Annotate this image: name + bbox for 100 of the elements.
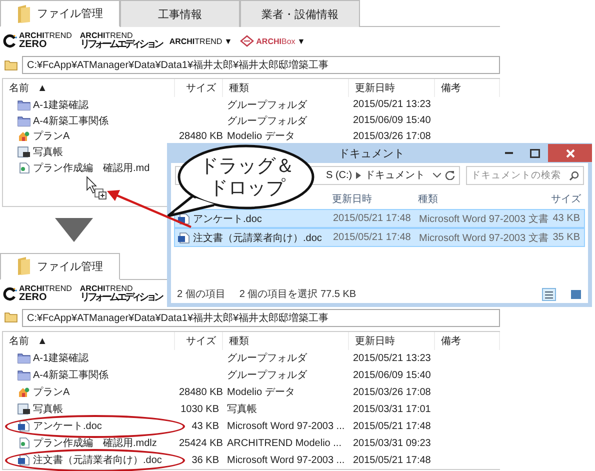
file-size: 36 KB bbox=[190, 454, 220, 466]
document-icon bbox=[17, 162, 31, 174]
file-size: 25424 KB bbox=[178, 438, 223, 449]
file-date: 2015/03/31 17:01 bbox=[352, 404, 432, 415]
file-type: Microsoft Word 97-2003 ... bbox=[226, 454, 346, 466]
zero-logo[interactable]: ARCHITREND ZERO bbox=[3, 32, 72, 50]
column-header[interactable]: サイズ bbox=[175, 332, 223, 350]
folder-icon bbox=[17, 4, 31, 24]
window-title: ドキュメント bbox=[338, 146, 404, 160]
file-date: 2015/05/21 17:48 bbox=[352, 420, 432, 432]
search-icon bbox=[569, 170, 579, 180]
close-icon bbox=[566, 148, 574, 158]
file-type: Microsoft Word 97-2003 文書 bbox=[418, 232, 547, 244]
file-size: 1030 KB bbox=[180, 404, 220, 415]
down-triangle-icon bbox=[55, 218, 93, 242]
photo-album-icon bbox=[17, 403, 31, 416]
column-header[interactable]: 備考 bbox=[435, 332, 500, 350]
zero-logo[interactable]: ARCHITREND ZERO bbox=[3, 284, 72, 304]
file-date: 2015/03/26 17:08 bbox=[352, 386, 432, 398]
file-name[interactable]: A-1建築確認 bbox=[17, 351, 89, 366]
column-header[interactable]: 更新日時 bbox=[328, 192, 414, 206]
file-size: 28480 KB bbox=[178, 130, 223, 142]
column-header[interactable]: 名前 ▲ bbox=[3, 79, 175, 97]
column-header[interactable]: 備考 bbox=[435, 79, 500, 97]
diamond-icon bbox=[240, 35, 254, 47]
close-button[interactable] bbox=[548, 144, 592, 162]
file-name[interactable]: 写真帳 bbox=[17, 145, 63, 160]
maximize-icon bbox=[530, 148, 540, 158]
file-name[interactable]: 注文書（元請業者向け）.doc bbox=[17, 453, 162, 468]
photo-album-icon bbox=[17, 146, 31, 158]
column-header[interactable]: 更新日時 bbox=[349, 79, 435, 97]
file-name[interactable]: プラン作成編 確認用.mdlz bbox=[17, 436, 157, 450]
file-date: 2015/05/21 17:48 bbox=[332, 213, 412, 224]
reform-logo[interactable]: ARCHITREND リフォームエディション bbox=[80, 32, 162, 50]
column-header[interactable]: サイズ bbox=[546, 192, 585, 206]
refresh-icon[interactable] bbox=[445, 170, 455, 180]
tab[interactable]: ファイル管理 bbox=[0, 252, 120, 280]
path-field[interactable]: C:¥FcApp¥ATManager¥Data¥Data1¥福井太郎¥福井太郎邸増築工事 bbox=[22, 56, 500, 74]
file-date: 2015/06/09 15:40 bbox=[352, 115, 432, 126]
file-name[interactable]: プラン作成編 確認用.md bbox=[17, 161, 150, 176]
file-date: 2015/05/21 17:48 bbox=[352, 454, 432, 466]
file-name[interactable]: プランA bbox=[17, 129, 70, 144]
file-type: ARCHITREND Modelio ... bbox=[226, 438, 342, 449]
column-header[interactable]: 種類 bbox=[223, 79, 349, 97]
path-field[interactable]: C:¥FcApp¥ATManager¥Data¥Data1¥福井太郎¥福井太郎邸増築工事 bbox=[22, 308, 500, 327]
house-icon bbox=[17, 130, 31, 142]
file-size: 43 KB bbox=[190, 420, 220, 432]
folder-icon bbox=[17, 114, 31, 127]
folder-icon bbox=[17, 256, 31, 276]
file-size: 35 KB bbox=[552, 232, 581, 243]
column-header[interactable]: 種類 bbox=[414, 192, 546, 206]
box-menu[interactable]: ARCHIBox ▼ bbox=[240, 35, 306, 47]
file-type: Modelio データ bbox=[226, 386, 296, 400]
file-row[interactable]: 注文書（元請業者向け）.doc 2015/05/21 17:48 Microsoft Word 97-2003 文書 35 KB bbox=[174, 228, 585, 247]
file-type: グループフォルダ bbox=[226, 368, 308, 382]
details-view-icon[interactable] bbox=[542, 288, 556, 300]
file-date: 2015/05/21 13:23 bbox=[352, 99, 432, 110]
word-document-icon bbox=[177, 212, 191, 224]
file-date: 2015/03/31 09:23 bbox=[352, 438, 432, 449]
tab[interactable]: 業者・設備情報 bbox=[240, 0, 360, 27]
word-document-icon bbox=[177, 232, 191, 244]
file-type: Microsoft Word 97-2003 ... bbox=[226, 420, 346, 432]
drag-cursor-icon bbox=[86, 176, 108, 200]
column-header[interactable]: 名前 ▲ bbox=[3, 332, 175, 350]
ring-icon bbox=[3, 286, 17, 302]
tab[interactable]: 工事情報 bbox=[120, 0, 240, 27]
product-menu[interactable]: ARCHITREND ▼ bbox=[169, 36, 232, 46]
folder-icon bbox=[17, 98, 31, 111]
search-field[interactable]: ドキュメントの検索 bbox=[466, 166, 584, 184]
column-header[interactable]: 更新日時 bbox=[349, 332, 435, 350]
file-type: グループフォルダ bbox=[226, 352, 308, 366]
minimize-icon bbox=[505, 152, 513, 154]
file-name[interactable]: A-4新築工事関係 bbox=[17, 114, 109, 128]
status-text: 2 個の項目を選択 77.5 KB bbox=[239, 288, 356, 301]
large-icons-view-icon[interactable] bbox=[570, 288, 582, 300]
dropdown-icon[interactable] bbox=[433, 172, 441, 178]
folder-icon bbox=[17, 352, 31, 364]
file-type: グループフォルダ bbox=[226, 98, 308, 112]
column-header[interactable]: 種類 bbox=[223, 332, 349, 350]
column-header[interactable]: サイズ bbox=[175, 79, 223, 97]
file-type: グループフォルダ bbox=[226, 114, 308, 128]
file-name: 注文書（元請業者向け）.doc bbox=[175, 230, 329, 244]
word-document-icon bbox=[17, 454, 31, 466]
folder-icon bbox=[4, 60, 18, 70]
file-row[interactable]: アンケート.doc 2015/05/21 17:48 Microsoft Word 97-2003 文書 43 KB bbox=[174, 209, 585, 228]
file-name[interactable]: A-1建築確認 bbox=[17, 98, 89, 112]
file-name[interactable]: アンケート.doc bbox=[17, 419, 102, 434]
status-text: 2 個の項目 bbox=[177, 288, 226, 301]
tab[interactable]: ファイル管理 bbox=[0, 0, 120, 27]
file-size: 28480 KB bbox=[178, 386, 223, 398]
word-document-icon bbox=[17, 420, 31, 432]
file-name[interactable]: A-4新築工事関係 bbox=[17, 368, 109, 382]
file-type: 写真帳 bbox=[226, 402, 258, 416]
chevron-icon bbox=[356, 172, 362, 178]
file-name[interactable]: プランA bbox=[17, 385, 70, 400]
reform-logo[interactable]: ARCHITREND リフォームエディション bbox=[80, 284, 162, 304]
file-name[interactable]: 写真帳 bbox=[17, 402, 63, 416]
document-icon bbox=[17, 437, 31, 450]
file-date: 2015/03/26 17:08 bbox=[352, 130, 432, 142]
file-type: Microsoft Word 97-2003 文書 bbox=[418, 212, 547, 226]
